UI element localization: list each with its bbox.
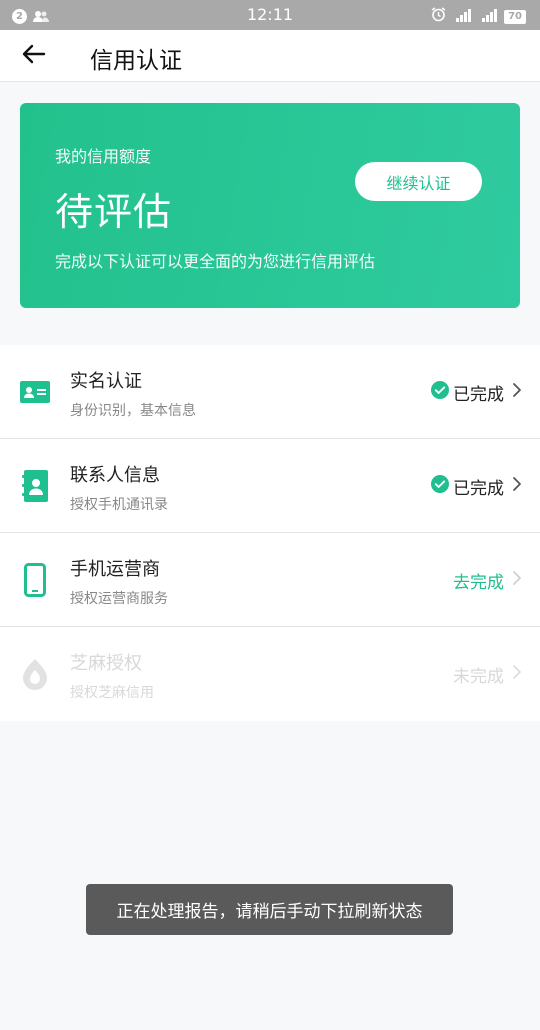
item-status: 去完成	[449, 568, 522, 593]
back-arrow-icon	[22, 44, 46, 68]
chevron-right-icon	[512, 382, 522, 403]
battery-indicator: 70	[504, 9, 526, 24]
check-circle-icon	[431, 381, 449, 404]
item-subtitle: 身份识别，基本信息	[70, 403, 196, 419]
item-status-text: 未完成	[453, 667, 504, 687]
item-status-text: 已完成	[453, 479, 504, 499]
status-bar: 2 12:11 70	[0, 0, 540, 30]
page-title: 信用认证	[90, 48, 182, 74]
item-title: 实名认证	[70, 371, 142, 392]
item-title: 联系人信息	[70, 465, 160, 486]
credit-description: 完成以下认证可以更全面的为您进行信用评估	[55, 252, 376, 271]
item-status: 未完成	[449, 662, 522, 687]
chevron-right-icon	[512, 664, 522, 685]
app-header: 信用认证	[0, 30, 540, 82]
verification-item-carrier[interactable]: 手机运营商 授权运营商服务 去完成	[0, 533, 540, 627]
verification-item-sesame[interactable]: 芝麻授权 授权芝麻信用 未完成	[0, 627, 540, 721]
mobile-phone-icon	[20, 563, 50, 597]
credit-status: 待评估	[55, 190, 173, 234]
item-title: 手机运营商	[70, 559, 160, 580]
contacts-book-icon	[20, 469, 50, 503]
item-status-text: 已完成	[453, 385, 504, 405]
sesame-icon	[20, 657, 50, 691]
signal-icon	[452, 7, 472, 26]
verification-item-contacts[interactable]: 联系人信息 授权手机通讯录 已完成	[0, 439, 540, 533]
item-status: 已完成	[431, 474, 522, 499]
item-title: 芝麻授权	[70, 653, 142, 674]
status-right: 70	[431, 7, 526, 26]
verification-list: 实名认证 身份识别，基本信息 已完成 联系人信息 授权手机通讯录 已完成 手机运…	[0, 345, 540, 721]
alarm-icon	[431, 7, 446, 26]
id-card-icon	[20, 375, 50, 409]
check-circle-icon	[431, 475, 449, 498]
credit-limit-card: 我的信用额度 待评估 继续认证 完成以下认证可以更全面的为您进行信用评估	[20, 103, 520, 308]
toast-message: 正在处理报告，请稍后手动下拉刷新状态	[86, 884, 453, 935]
chevron-right-icon	[512, 476, 522, 497]
continue-verification-button[interactable]: 继续认证	[355, 162, 482, 201]
credit-limit-label: 我的信用额度	[55, 147, 152, 166]
item-status-text: 去完成	[453, 573, 504, 593]
signal-icon-2	[478, 7, 498, 26]
item-status: 已完成	[431, 380, 522, 405]
verification-item-real-name[interactable]: 实名认证 身份识别，基本信息 已完成	[0, 345, 540, 439]
item-subtitle: 授权运营商服务	[70, 591, 168, 607]
item-subtitle: 授权手机通讯录	[70, 497, 168, 513]
item-subtitle: 授权芝麻信用	[70, 685, 154, 701]
back-button[interactable]	[18, 41, 50, 71]
chevron-right-icon	[512, 570, 522, 591]
